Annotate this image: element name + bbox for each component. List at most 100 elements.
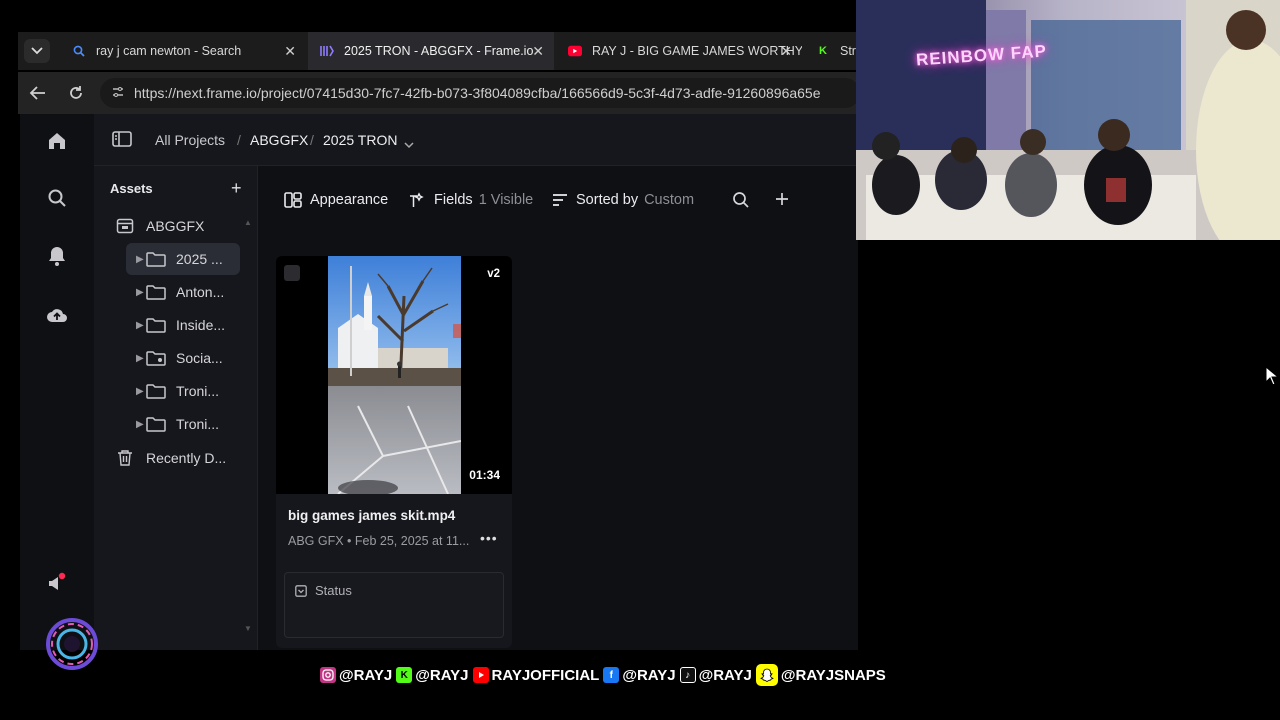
version-badge[interactable]: v2	[487, 268, 500, 280]
youtube-icon	[568, 44, 582, 58]
cloud-upload-icon[interactable]	[44, 302, 70, 328]
site-info-icon[interactable]	[112, 86, 124, 101]
search-icon	[733, 192, 749, 208]
status-field[interactable]: Status	[284, 572, 504, 638]
project-icon	[116, 218, 134, 234]
announcements-icon[interactable]	[44, 570, 70, 596]
breadcrumb-separator: /	[237, 132, 241, 148]
sort-button[interactable]: Sorted by Custom	[552, 192, 694, 208]
fields-icon	[410, 192, 424, 207]
plus-icon	[776, 193, 788, 205]
layout-icon	[284, 192, 302, 208]
close-icon[interactable]: ✕	[780, 43, 792, 60]
scroll-up-arrow[interactable]: ▲	[244, 218, 252, 228]
chevron-right-icon[interactable]: ▶	[136, 320, 144, 331]
sidebar-folder[interactable]: ▶ Inside...	[126, 309, 240, 341]
facebook-icon: f	[603, 667, 620, 683]
chevron-right-icon[interactable]: ▶	[136, 353, 144, 364]
shared-folder-icon	[146, 351, 166, 366]
chevron-right-icon[interactable]: ▶	[136, 254, 144, 265]
sort-icon	[553, 194, 567, 206]
webcam-video	[856, 0, 1280, 240]
fields-label: Fields	[434, 192, 473, 208]
sidebar-folder-label: Socia...	[176, 350, 223, 366]
sidebar-folder[interactable]: ▶ Socia...	[126, 342, 240, 374]
sidebar-root-label: ABGGFX	[146, 218, 205, 234]
sidebar-root-project[interactable]: ABGGFX	[116, 210, 230, 242]
video-thumbnail-image	[328, 256, 461, 494]
folder-icon	[146, 417, 166, 432]
sidebar-folder-label: 2025 ...	[176, 251, 223, 267]
tab-title: ray j cam newton - Search	[96, 44, 242, 58]
close-icon[interactable]: ✕	[532, 43, 544, 60]
address-bar-row: https://next.frame.io/project/07415d30-7…	[18, 72, 860, 114]
sort-label: Sorted by	[576, 192, 639, 208]
appearance-button[interactable]: Appearance	[284, 192, 388, 208]
sidebar-folder-label: Anton...	[176, 284, 225, 300]
social-youtube: RAYJOFFICIAL	[472, 667, 599, 684]
sidebar-toggle-icon[interactable]	[112, 130, 132, 153]
select-checkbox[interactable]	[284, 265, 300, 281]
tiktok-icon: ♪	[679, 667, 696, 683]
reload-button[interactable]	[64, 81, 88, 105]
fields-count: 1 Visible	[478, 192, 534, 208]
search-icon[interactable]	[44, 185, 70, 211]
folder-icon	[146, 384, 166, 399]
asset-meta: ABG GFX • Feb 25, 2025 at 11...	[288, 534, 470, 548]
assets-sidebar: Assets + ABGGFX ▶ 2025 ... ▶ Anton... ▶ …	[94, 166, 258, 650]
tab-title: 2025 TRON - ABGGFX - Frame.io	[344, 44, 534, 58]
arrow-left-icon	[29, 86, 45, 100]
asset-thumbnail[interactable]: v2 01:34	[276, 256, 512, 494]
instagram-icon	[320, 667, 336, 683]
social-handle: @RAYJSNAPS	[780, 666, 886, 684]
breadcrumb-all-projects[interactable]: All Projects	[155, 132, 225, 148]
sidebar-folder-2025[interactable]: ▶ 2025 ...	[126, 243, 240, 275]
youtube-icon	[472, 667, 489, 683]
breadcrumb-separator: /	[310, 132, 314, 148]
tab-kick[interactable]: K Stre	[804, 32, 864, 70]
close-icon[interactable]: ✕	[284, 43, 296, 60]
tab-frameio[interactable]: 2025 TRON - ABGGFX - Frame.io ✕	[308, 32, 554, 70]
breadcrumb-project[interactable]: 2025 TRON	[323, 132, 397, 148]
tab-search[interactable]: ray j cam newton - Search ✕	[60, 32, 306, 70]
home-icon[interactable]	[44, 128, 70, 154]
chevron-right-icon[interactable]: ▶	[136, 419, 144, 430]
asset-filename[interactable]: big games james skit.mp4	[288, 508, 455, 523]
social-snapchat: @RAYJSNAPS	[755, 664, 886, 686]
tab-list-button[interactable]	[24, 39, 50, 63]
social-handle: @RAYJ	[622, 666, 676, 684]
fields-button[interactable]: Fields 1 Visible	[408, 192, 533, 208]
add-button[interactable]	[774, 191, 798, 207]
chevron-right-icon[interactable]: ▶	[136, 287, 144, 298]
status-icon	[295, 584, 307, 602]
sidebar-folder[interactable]: ▶ Troni...	[126, 375, 240, 407]
asset-card[interactable]: v2 01:34 big games james skit.mp4 ABG GF…	[276, 256, 512, 648]
chevron-down-icon[interactable]	[404, 136, 414, 154]
sort-value: Custom	[644, 192, 695, 208]
back-button[interactable]	[26, 81, 50, 105]
breadcrumb-workspace[interactable]: ABGGFX	[250, 132, 308, 148]
social-handle: @RAYJ	[339, 666, 393, 684]
social-facebook: f @RAYJ	[603, 666, 676, 684]
assets-title: Assets	[110, 181, 153, 196]
duration-label: 01:34	[469, 468, 500, 482]
kick-icon: K	[396, 667, 413, 683]
snapchat-icon	[755, 664, 778, 686]
scroll-down-arrow[interactable]: ▼	[244, 624, 252, 634]
chevron-right-icon[interactable]: ▶	[136, 386, 144, 397]
url-field[interactable]: https://next.frame.io/project/07415d30-7…	[100, 78, 860, 108]
streamer-logo-icon	[44, 608, 100, 678]
sidebar-folder[interactable]: ▶ Anton...	[126, 276, 240, 308]
sidebar-trash-label: Recently D...	[146, 450, 227, 466]
sidebar-folder-label: Troni...	[176, 383, 220, 399]
bell-icon[interactable]	[44, 243, 70, 269]
search-button[interactable]	[732, 191, 758, 209]
tab-youtube[interactable]: RAY J - BIG GAME JAMES WORTHY ✕	[556, 32, 802, 70]
add-asset-button[interactable]: +	[231, 178, 242, 199]
tab-title: RAY J - BIG GAME JAMES WORTHY	[592, 44, 802, 58]
sidebar-recently-deleted[interactable]: Recently D...	[116, 442, 246, 474]
folder-icon	[146, 318, 166, 333]
sidebar-folder[interactable]: ▶ Troni...	[126, 408, 240, 440]
mouse-cursor-icon	[1265, 365, 1280, 391]
more-options-button[interactable]: •••	[480, 530, 498, 546]
